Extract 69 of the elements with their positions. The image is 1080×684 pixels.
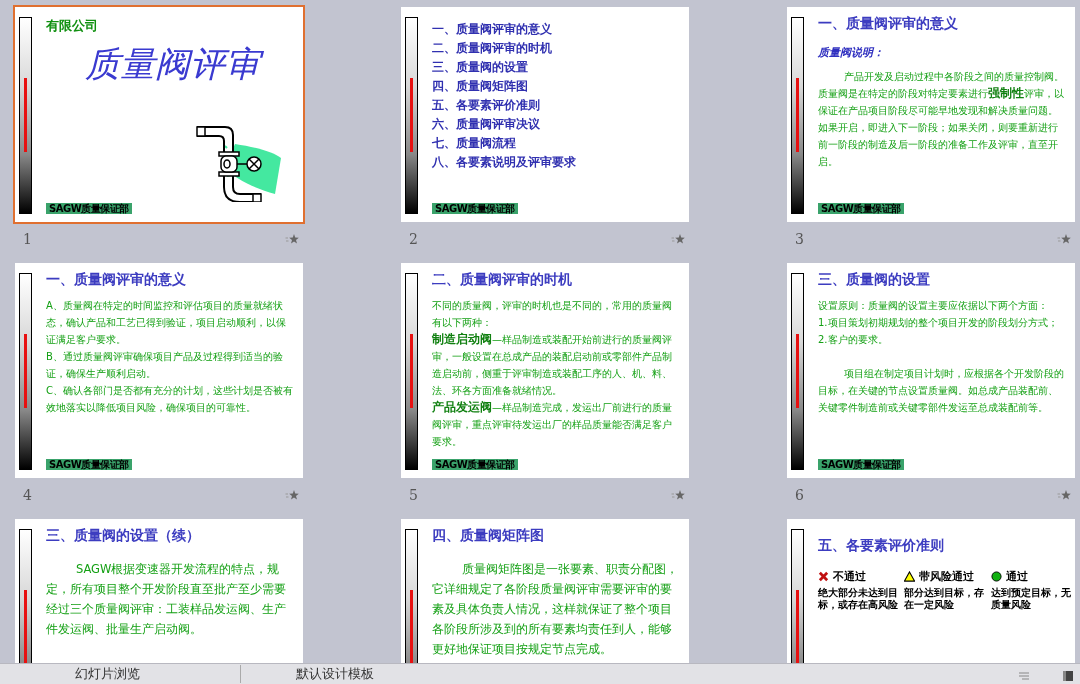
body-paragraph: 1.项目策划初期规划的整个项目开发的阶段划分方式； <box>818 316 1059 330</box>
footer-label: SAGW质量保证部 <box>432 459 518 470</box>
view-label: 幻灯片浏览 <box>74 665 141 683</box>
slide-thumbnail[interactable]: 三、质量阀的设置 设置原则：质量阀的设置主要应依据以下两个方面： 1.项目策划初期规划的整个项目开发的阶段划分方式； 2.客户的要求。 项目组在制定项目计划时，应根据各个开发阶段的目标，在关键的节点设置质量阀。如总成产品装配前、关键零件制造前或关键零部件发运至总成装配前等。 SAGW质量保证部 <box>787 263 1075 478</box>
agenda-item: 五、各要素评价准则 <box>432 97 540 114</box>
slide-thumbnail[interactable]: 二、质量阀评审的时机 不同的质量阀，评审的时机也是不同的，常用的质量阀有以下两种： 制造启动阀—样品制造或装配开始前进行的质量阀评审，一般设置在总成产品的装配启动前或零部件产品制造启动前，侧重于评审制造或装配工序的人、机、料、法、环各方面准备就绪情况。 产品发运阀—样品制造完成，发运出厂前进行的质量阀评审，重点评审待发运出厂的样品质量能否满足客户要求。 SAGW质量保证部 <box>401 263 689 478</box>
body-paragraph: SAGW根据变速器开发流程的特点，规定，所有项目整个开发阶段直至批产至少需要经过三个质量阀评审：工装样品发运阀、生产件发运阀、批量生产启动阀。 <box>46 561 287 638</box>
agenda-item: 四、质量阀矩阵图 <box>432 78 528 95</box>
agenda-item: 七、质量阀流程 <box>432 135 516 152</box>
animation-star-icon[interactable] <box>671 233 685 245</box>
slide-heading: 五、各要素评价准则 <box>818 537 944 555</box>
footer-label: SAGW质量保证部 <box>46 459 132 470</box>
footer-label: SAGW质量保证部 <box>818 203 904 214</box>
slide-subtitle: 质量阀说明： <box>818 45 884 60</box>
slide-number: 1 <box>23 231 32 247</box>
slide-heading: 一、质量阀评审的意义 <box>818 15 958 33</box>
slide-thumbnail[interactable]: 五、各要素评价准则 不通过 绝大部分未达到目标，或存在高风险 带风险通过 部分达到目标，存在一定风险 通过 达到预定目标，无质量风险 <box>787 519 1075 663</box>
body-paragraph: 产品开发及启动过程中各阶段之间的质量控制阀。质量阀是在特定的阶段对特定要素进行强制性评审，以保证在产品项目阶段尽可能早地发现和解决质量问题。如果开启，即进入下一阶段；如果关闭，则要重新进行前一阶段的制造及后一阶段的准备工作及评审，直至开启。 <box>818 70 1065 169</box>
animation-star-icon[interactable] <box>285 233 299 245</box>
slide-heading: 三、质量阀的设置（续） <box>46 527 200 545</box>
body-paragraph: 设置原则：质量阀的设置主要应依据以下两个方面： <box>818 299 1049 313</box>
criterion-description: 达到预定目标，无质量风险 <box>990 587 1071 611</box>
criterion-label: 通过 <box>1005 569 1028 584</box>
animation-star-icon[interactable] <box>285 489 299 501</box>
slide-heading: 一、质量阀评审的意义 <box>46 271 186 289</box>
animation-star-icon[interactable] <box>1057 489 1071 501</box>
body-paragraph: 2.客户的要求。 <box>818 333 889 347</box>
slide-heading: 四、质量阀矩阵图 <box>432 527 544 545</box>
slide-heading: 二、质量阀评审的时机 <box>432 271 572 289</box>
slide-thumbnail[interactable]: 三、质量阀的设置（续） SAGW根据变速器开发流程的特点，规定，所有项目整个开发阶段直至批产至少需要经过三个质量阀评审：工装样品发运阀、生产件发运阀、批量生产启动阀。 <box>15 519 303 663</box>
agenda-item: 三、质量阀的设置 <box>432 59 528 76</box>
body-paragraph: 产品发运阀—样品制造完成，发运出厂前进行的质量阀评审，重点评审待发运出厂的样品质量能否满足客户要求。 <box>432 399 673 449</box>
warning-triangle-icon <box>904 571 916 582</box>
slide-number: 6 <box>795 487 804 503</box>
agenda-item: 八、各要素说明及评审要求 <box>432 154 576 171</box>
company-name: 有限公司 <box>46 17 98 35</box>
slide-thumbnail[interactable]: 四、质量阀矩阵图 质量阀矩阵图是一张要素、职责分配图，它详细规定了各阶段质量阀评审需要评审的要素及具体负责人情况，这样就保证了整个项目各阶段所涉及到的所有要素均责任到人，能够更好地保证项目按规定节点完成。 <box>401 519 689 663</box>
slide-number: 3 <box>795 231 804 247</box>
slide-number: 2 <box>409 231 418 247</box>
body-paragraph: C、确认各部门是否都有充分的计划，这些计划是否被有效地落实以降低项目风险，确保项目的可靠性。 <box>46 384 293 415</box>
body-paragraph: B、通过质量阀评审确保项目产品及过程得到适当的验证，确保生产顺利启动。 <box>46 350 284 381</box>
body-paragraph: 不同的质量阀，评审的时机也是不同的，常用的质量阀有以下两种： <box>432 299 673 330</box>
criterion-label: 不通过 <box>833 569 866 584</box>
cross-icon <box>818 571 829 582</box>
agenda-item: 六、质量阀评审决议 <box>432 116 540 133</box>
footer-label: SAGW质量保证部 <box>818 459 904 470</box>
criterion-label: 带风险通过 <box>919 569 975 584</box>
animation-star-icon[interactable] <box>1057 233 1071 245</box>
criterion-description: 部分达到目标，存在一定风险 <box>904 587 985 611</box>
body-paragraph: 质量阀矩阵图是一张要素、职责分配图，它详细规定了各阶段质量阀评审需要评审的要素及具体负责人情况，这样就保证了整个项目各阶段所涉及到的所有要素均责任到人，能够更好地保证项目按规定节点完成。 <box>432 561 679 658</box>
criterion-description: 绝大部分未达到目标，或存在高风险 <box>818 587 899 611</box>
body-paragraph: 项目组在制定项目计划时，应根据各个开发阶段的目标，在关键的节点设置质量阀。如总成产品装配前、关键零件制造前或关键零部件发运至总成装配前等。 <box>818 367 1065 415</box>
agenda-item: 一、质量阀评审的意义 <box>432 21 552 38</box>
agenda-item: 二、质量阀评审的时机 <box>432 40 552 57</box>
body-paragraph: A、质量阀在特定的时间监控和评估项目的质量就绪状态，确认产品和工艺已得到验证，项目启动顺利，以保证满足客户要求。 <box>46 299 287 347</box>
slide-number: 4 <box>23 487 32 503</box>
status-circle-icon <box>990 571 1002 582</box>
slide-heading: 三、质量阀的设置 <box>818 271 930 289</box>
body-paragraph: 制造启动阀—样品制造或装配开始前进行的质量阀评审，一般设置在总成产品的装配启动前或零部件产品制造启动前，侧重于评审制造或装配工序的人、机、料、法、环各方面准备就绪情况。 <box>432 331 673 398</box>
slide-thumbnail[interactable]: 一、质量阀评审的意义 二、质量阀评审的时机 三、质量阀的设置 四、质量阀矩阵图 五、各要素评价准则 六、质量阀评审决议 七、质量阀流程 八、各要素说明及评审要求 SAGW质量保证部 <box>401 7 689 222</box>
animation-star-icon[interactable] <box>671 489 685 501</box>
square-icon[interactable] <box>1062 670 1074 682</box>
slide-thumbnail[interactable]: 有限公司 质量阀评审 SAGW质量保证部 <box>15 7 303 222</box>
slide-thumbnail[interactable]: 一、质量阀评审的意义 质量阀说明： 产品开发及启动过程中各阶段之间的质量控制阀。质量阀是在特定的阶段对特定要素进行强制性评审，以保证在产品项目阶段尽可能早地发现和解决质量问题。如果开启，即进入下一阶段；如果关闭，则要重新进行前一阶段的制造及后一阶段的准备工作及评审，直至开启。 SAGW质量保证部 <box>787 7 1075 222</box>
footer-label: SAGW质量保证部 <box>432 203 518 214</box>
slide-number: 5 <box>409 487 418 503</box>
footer-label: SAGW质量保证部 <box>46 203 132 214</box>
template-label: 默认设计模板 <box>240 665 474 683</box>
slide-thumbnail[interactable]: 一、质量阀评审的意义 A、质量阀在特定的时间监控和评估项目的质量就绪状态，确认产品和工艺已得到验证，项目启动顺利，以保证满足客户要求。 B、通过质量阀评审确保项目产品及过程得到适当的验证，确保生产顺利启动。 C、确认各部门是否都有充分的计划，这些计划是否被有效地落实以降低项目风险，确保项目的可靠性。 SAGW质量保证部 <box>15 263 303 478</box>
